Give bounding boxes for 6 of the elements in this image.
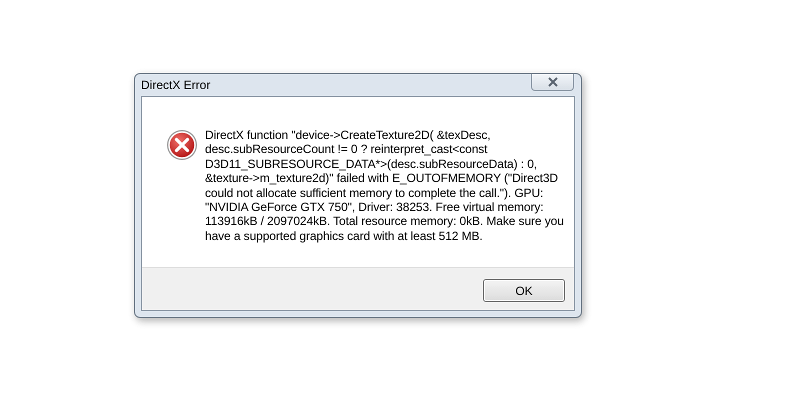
- error-icon: [166, 129, 198, 161]
- close-button[interactable]: [531, 74, 574, 91]
- window-title: DirectX Error: [141, 78, 210, 92]
- error-message: DirectX function "device->CreateTexture2D( &texDesc, desc.subResourceCount != 0 ? reinterpret_cast<const D3D11_SUBRESOURCE_DATA*>(desc.subResourceData) : 0, &texture->m_texture2d)" failed with E_OUTOFMEMORY ("Direct3D could not allocate sufficient memory to complete the call."). GPU: "NVIDIA GeForce GTX 750", Driver: 38253. Free virtual memory: 113916kB / 2097024kB. Total resource memory: 0kB. Make sure you have a supported graphics card with at least 512 MB.: [205, 128, 564, 244]
- close-icon: [546, 77, 558, 87]
- ok-button[interactable]: OK: [483, 279, 565, 302]
